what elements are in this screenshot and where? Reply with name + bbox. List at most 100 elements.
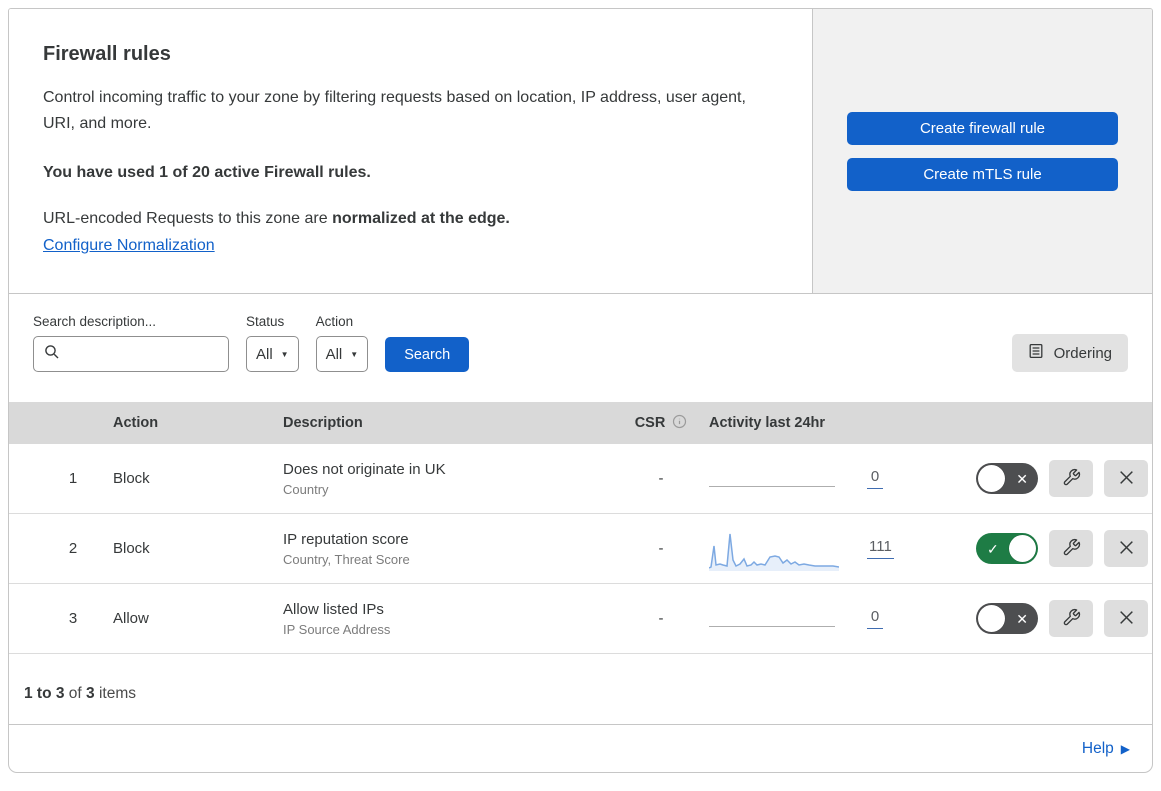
activity-count-link[interactable]: 111 (867, 538, 894, 559)
help-bar: Help ▶ (9, 725, 1152, 772)
activity-count-link[interactable]: 0 (867, 468, 883, 489)
action-dropdown[interactable]: All ▼ (315, 336, 369, 372)
action-filter: Action All ▼ (315, 314, 369, 372)
rule-description-cell: IP reputation score Country, Threat Scor… (283, 531, 613, 567)
rule-criteria: Country, Threat Score (283, 551, 410, 567)
rule-description-cell: Does not originate in UK Country (283, 461, 613, 497)
header-text-panel: Firewall rules Control incoming traffic … (9, 9, 813, 293)
search-box[interactable] (33, 336, 229, 372)
search-button[interactable]: Search (385, 337, 470, 372)
table-row: 2 Block IP reputation score Country, Thr… (9, 514, 1152, 584)
enable-toggle[interactable]: ✓ (976, 533, 1038, 564)
search-label: Search description... (33, 314, 157, 329)
normalization-text: URL-encoded Requests to this zone are no… (43, 210, 772, 228)
toggle-knob (978, 605, 1005, 632)
items-count: 1 to 3 of 3 items (9, 654, 1152, 725)
rule-activity-cell: 111 (709, 527, 959, 571)
create-firewall-rule-button[interactable]: Create firewall rule (847, 111, 1118, 145)
create-mtls-rule-button[interactable]: Create mTLS rule (847, 157, 1118, 191)
rule-activity-cell: 0 (709, 597, 959, 641)
help-arrow-icon: ▶ (1120, 741, 1130, 756)
rule-action: Allow (113, 610, 149, 627)
ordering-button[interactable]: Ordering (1011, 334, 1128, 372)
page: Firewall rules Control incoming traffic … (0, 0, 1161, 781)
delete-rule-button[interactable] (1104, 530, 1148, 567)
rule-description: IP reputation score (283, 530, 409, 548)
csr-info-icon[interactable] (672, 414, 687, 433)
delete-rule-button[interactable] (1104, 460, 1148, 497)
edit-rule-button[interactable] (1049, 530, 1093, 567)
table-header-row: Action Description CSR Activity last 24h… (9, 402, 1152, 444)
edit-rule-button[interactable] (1049, 600, 1093, 637)
rule-action: Block (113, 540, 150, 557)
status-dropdown[interactable]: All ▼ (246, 336, 299, 372)
search-icon (44, 344, 60, 365)
wrench-icon (1062, 538, 1081, 560)
chevron-down-icon: ▼ (350, 349, 359, 359)
firewall-rules-card: Firewall rules Control incoming traffic … (8, 8, 1153, 773)
rule-criteria: Country (283, 481, 329, 497)
ordering-list-icon (1028, 343, 1044, 363)
rule-csr: - (658, 470, 664, 487)
help-link[interactable]: Help ▶ (1082, 740, 1130, 758)
toggle-state-icon: ✓ (987, 540, 999, 557)
activity-count-link[interactable]: 0 (867, 608, 883, 629)
chevron-down-icon: ▼ (280, 349, 289, 359)
items-word: items (94, 685, 136, 702)
help-label: Help (1081, 739, 1114, 757)
table-row: 1 Block Does not originate in UK Country… (9, 444, 1152, 514)
action-value: All (325, 345, 343, 363)
normalization-bold: normalized at the edge. (332, 210, 510, 227)
wrench-icon (1062, 608, 1081, 630)
rules-table: Action Description CSR Activity last 24h… (9, 402, 1152, 654)
toggle-knob (978, 465, 1005, 492)
edit-rule-button[interactable] (1049, 460, 1093, 497)
rule-priority: 2 (68, 540, 78, 557)
configure-normalization-link[interactable]: Configure Normalization (43, 237, 215, 254)
filter-bar: Search description... Status All ▼ Actio… (9, 294, 1152, 402)
rule-priority: 3 (68, 610, 78, 627)
header-csr-label: CSR (634, 415, 666, 431)
toggle-knob (1009, 535, 1036, 562)
rule-description-cell: Allow listed IPs IP Source Address (283, 601, 613, 637)
action-label: Action (315, 314, 354, 329)
header-activity: Activity last 24hr (709, 415, 826, 431)
activity-sparkline (709, 597, 839, 641)
header-section: Firewall rules Control incoming traffic … (9, 9, 1152, 294)
rule-description: Does not originate in UK (283, 460, 446, 478)
rule-csr: - (658, 540, 664, 557)
close-icon (1118, 469, 1135, 489)
rule-action: Block (113, 470, 150, 487)
delete-rule-button[interactable] (1104, 600, 1148, 637)
enable-toggle[interactable]: ✕ (976, 463, 1038, 494)
header-csr: CSR (635, 414, 688, 433)
table-row: 3 Allow Allow listed IPs IP Source Addre… (9, 584, 1152, 654)
ordering-label: Ordering (1053, 344, 1112, 362)
close-icon (1118, 539, 1135, 559)
items-total: 3 (86, 685, 95, 702)
search-input[interactable] (66, 345, 218, 363)
toggle-state-icon: ✕ (1016, 610, 1028, 627)
activity-sparkline (709, 457, 839, 501)
toggle-state-icon: ✕ (1016, 470, 1028, 487)
activity-sparkline (709, 527, 839, 571)
close-icon (1118, 609, 1135, 629)
actions-panel: Create firewall rule Create mTLS rule (813, 9, 1152, 293)
rule-controls: ✕ (959, 460, 1152, 497)
status-value: All (256, 345, 273, 363)
rule-csr: - (658, 610, 664, 627)
normalization-prefix: URL-encoded Requests to this zone are (43, 210, 333, 227)
rule-priority: 1 (68, 470, 78, 487)
items-of: of (64, 685, 87, 702)
wrench-icon (1062, 468, 1081, 490)
status-filter: Status All ▼ (246, 314, 299, 372)
enable-toggle[interactable]: ✕ (976, 603, 1038, 634)
table-body: 1 Block Does not originate in UK Country… (9, 444, 1152, 654)
items-range: 1 to 3 (24, 685, 65, 702)
rule-controls: ✓ (959, 530, 1152, 567)
page-description: Control incoming traffic to your zone by… (43, 89, 746, 132)
header-description: Description (283, 415, 363, 431)
rule-description: Allow listed IPs (283, 600, 384, 618)
rule-criteria: IP Source Address (283, 621, 391, 637)
search-filter: Search description... (33, 314, 229, 372)
